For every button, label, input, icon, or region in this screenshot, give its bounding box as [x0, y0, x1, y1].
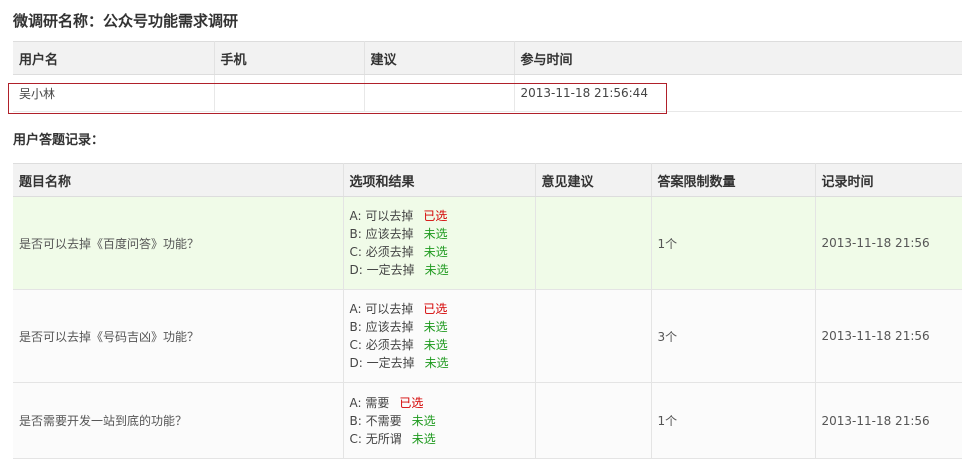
option-item: C: 无所谓 未选: [350, 430, 535, 448]
option-item: D: 一定去掉 未选: [350, 354, 535, 372]
option-label: A: 可以去掉: [349, 209, 414, 223]
option-item: A: 可以去掉 已选: [350, 207, 535, 225]
answer-records-label: 用户答题记录：: [13, 133, 105, 148]
options-cell: A: 可以去掉 已选 B: 应该去掉 未选 C: 必须去掉 未选 D: 一定去掉 未选: [343, 196, 536, 290]
option-status: 未选: [423, 320, 448, 334]
option-label: D: 一定去掉: [349, 263, 415, 277]
answer-header-row: 题目名称 选项和结果 意见建议 答案限制数量 记录时间: [13, 163, 962, 197]
option-label: C: 无所谓: [349, 431, 402, 446]
participant-header-row: 用户名 手机 建议 参与时间: [13, 41, 962, 75]
option-item: B: 应该去掉 未选: [350, 318, 535, 336]
comment-cell: [535, 196, 652, 290]
option-status: 未选: [424, 356, 449, 370]
option-item: D: 一定去掉 未选: [350, 261, 535, 279]
column-header-record-time: 记录时间: [815, 163, 962, 197]
column-header-join-time: 参与时间: [514, 41, 962, 75]
option-item: C: 必须去掉 未选: [350, 243, 535, 261]
option-label: B: 应该去掉: [349, 227, 414, 241]
page-title: 微调研名称：公众号功能需求调研: [13, 12, 239, 30]
option-status: 已选: [399, 395, 424, 410]
participant-phone: [214, 74, 365, 112]
option-item: B: 不需要 未选: [350, 412, 535, 430]
column-header-limit: 答案限制数量: [651, 163, 816, 197]
option-label: B: 应该去掉: [349, 320, 414, 334]
participant-table: 用户名 手机 建议 参与时间 吴小林 2013-11-18 21:56:44: [13, 41, 962, 112]
table-row: 是否需要开发一站到底的功能？ A: 需要 已选 B: 不需要 未选 C: 无所谓 未选…: [13, 382, 962, 459]
option-label: C: 必须去掉: [349, 338, 414, 352]
column-header-question: 题目名称: [13, 163, 344, 197]
record-time-cell: 2013-11-18 21:56: [815, 382, 962, 459]
participant-row: 吴小林 2013-11-18 21:56:44: [13, 74, 962, 112]
option-status: 未选: [423, 245, 448, 259]
column-header-username: 用户名: [13, 41, 215, 75]
record-time-cell: 2013-11-18 21:56: [815, 289, 962, 383]
comment-cell: [535, 382, 652, 459]
option-status: 已选: [423, 302, 448, 316]
options-cell: A: 需要 已选 B: 不需要 未选 C: 无所谓 未选: [343, 382, 536, 459]
option-label: A: 可以去掉: [349, 302, 414, 316]
option-status: 未选: [411, 413, 436, 428]
question-name: 是否可以去掉《号码吉凶》功能？: [13, 289, 344, 383]
options-cell: A: 可以去掉 已选 B: 应该去掉 未选 C: 必须去掉 未选 D: 一定去掉 未选: [343, 289, 536, 383]
column-header-phone: 手机: [214, 41, 365, 75]
participant-username: 吴小林: [13, 74, 215, 112]
participant-suggestion: [364, 74, 515, 112]
option-status: 未选: [423, 338, 448, 352]
option-status: 未选: [424, 263, 449, 277]
participant-join-time: 2013-11-18 21:56:44: [514, 74, 962, 112]
option-item: C: 必须去掉 未选: [350, 336, 535, 354]
table-row: 是否可以去掉《百度问答》功能？ A: 可以去掉 已选 B: 应该去掉 未选 C: 必…: [13, 196, 962, 290]
option-item: B: 应该去掉 未选: [350, 225, 535, 243]
question-name: 是否可以去掉《百度问答》功能？: [13, 196, 344, 290]
question-name: 是否需要开发一站到底的功能？: [13, 382, 344, 459]
column-header-comment: 意见建议: [535, 163, 652, 197]
limit-cell: 3个: [651, 289, 816, 383]
option-label: B: 不需要: [349, 413, 402, 428]
column-header-options: 选项和结果: [343, 163, 536, 197]
option-status: 未选: [423, 227, 448, 241]
option-status: 已选: [423, 209, 448, 223]
option-item: A: 可以去掉 已选: [350, 300, 535, 318]
limit-cell: 1个: [651, 382, 816, 459]
option-label: C: 必须去掉: [349, 245, 414, 259]
option-item: A: 需要 已选: [350, 394, 535, 412]
option-label: D: 一定去掉: [349, 356, 415, 370]
table-row: 是否可以去掉《号码吉凶》功能？ A: 可以去掉 已选 B: 应该去掉 未选 C: 必…: [13, 289, 962, 383]
option-label: A: 需要: [349, 395, 390, 410]
column-header-suggestion: 建议: [364, 41, 515, 75]
record-time-cell: 2013-11-18 21:56: [815, 196, 962, 290]
option-status: 未选: [411, 431, 436, 446]
survey-detail-page: 微调研名称：公众号功能需求调研 用户名 手机 建议 参与时间 吴小林 2013-…: [0, 0, 962, 464]
limit-cell: 1个: [651, 196, 816, 290]
answer-records-table: 题目名称 选项和结果 意见建议 答案限制数量 记录时间 是否可以去掉《百度问答》…: [13, 163, 962, 459]
comment-cell: [535, 289, 652, 383]
